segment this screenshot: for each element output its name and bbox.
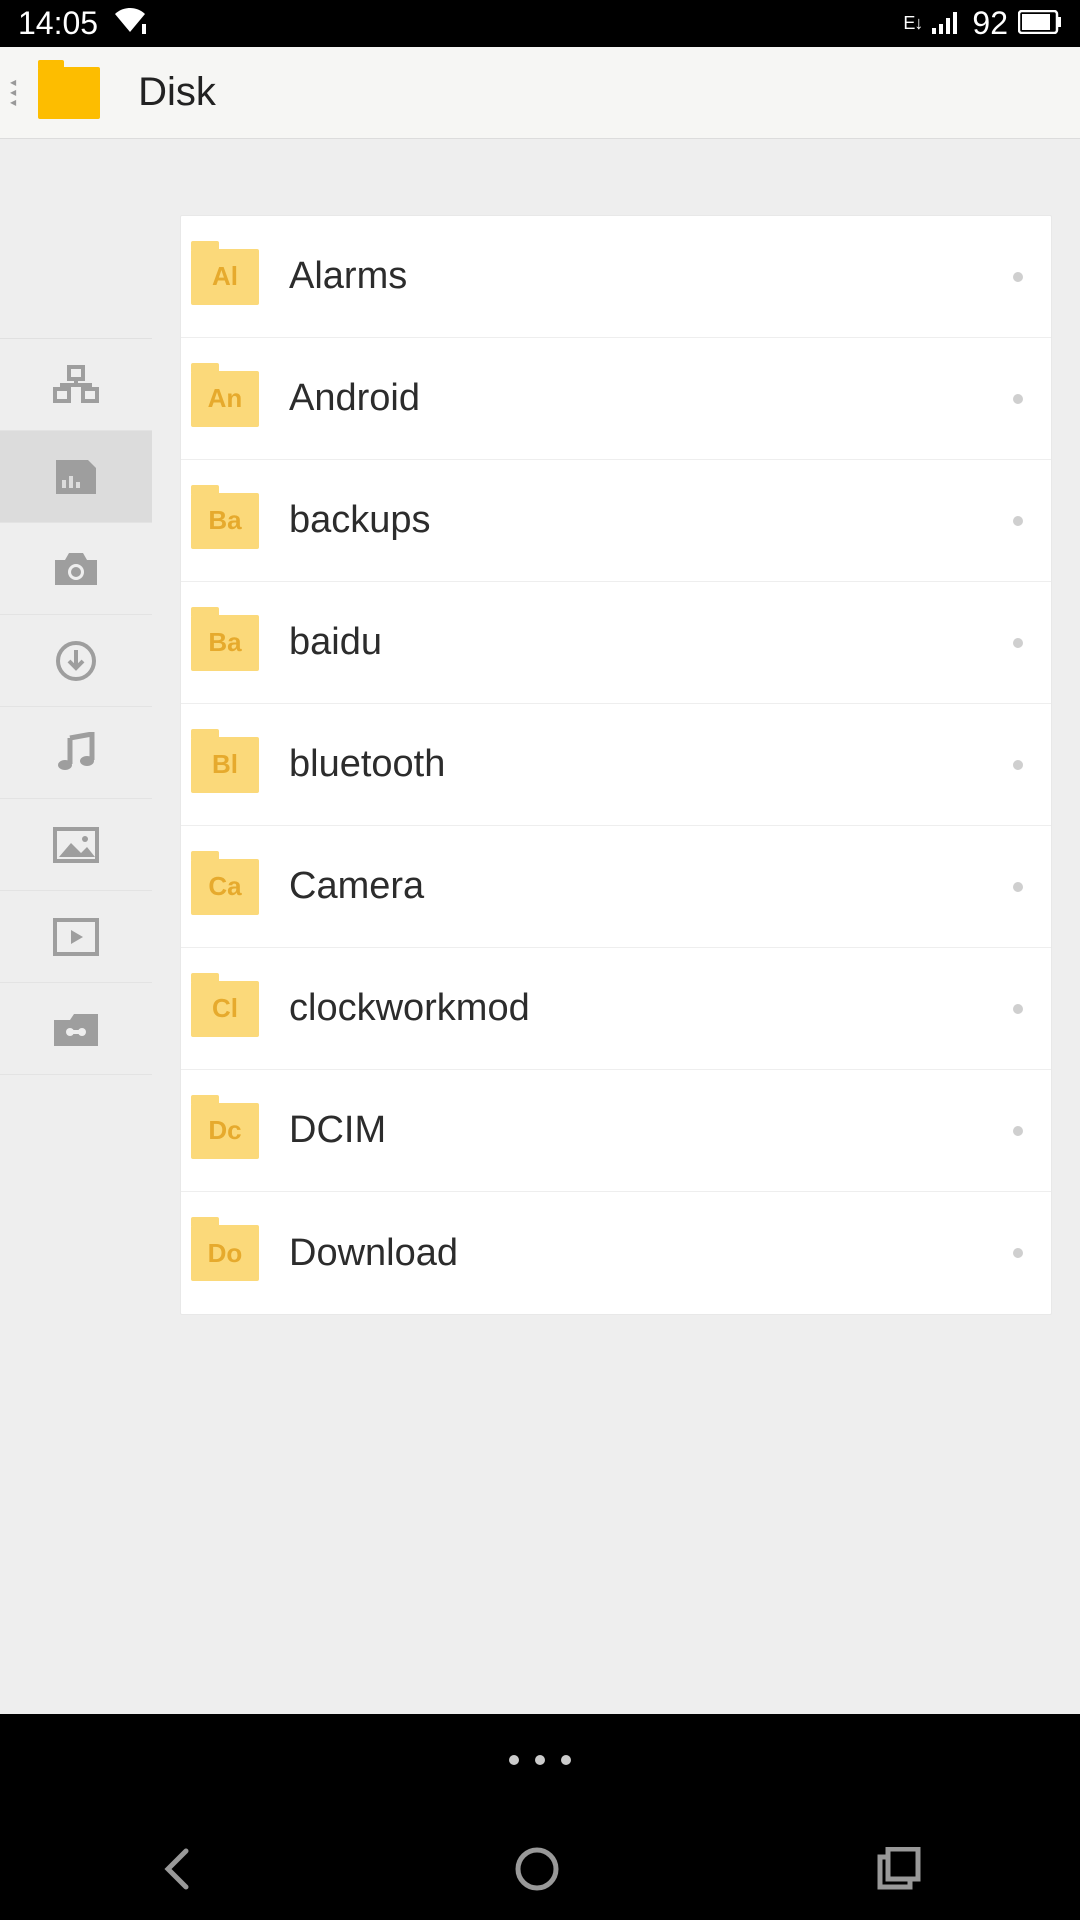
- sidebar-item-pictures[interactable]: [0, 799, 152, 891]
- sd-card-icon: [54, 458, 98, 496]
- folder-icon: Do: [191, 1225, 259, 1281]
- more-icon[interactable]: [1013, 638, 1023, 648]
- more-icon[interactable]: [1013, 882, 1023, 892]
- dot-icon: [535, 1755, 545, 1765]
- sidebar-item-music[interactable]: [0, 707, 152, 799]
- folder-row[interactable]: Bl bluetooth: [181, 704, 1051, 826]
- more-icon[interactable]: [1013, 1126, 1023, 1136]
- lan-icon: [53, 365, 99, 405]
- dot-icon: [509, 1755, 519, 1765]
- folder-icon: An: [191, 371, 259, 427]
- folder-name: backups: [289, 499, 1013, 542]
- folder-row[interactable]: Dc DCIM: [181, 1070, 1051, 1192]
- file-list-container: Al Alarms An Android Ba backups Ba baidu…: [152, 139, 1080, 1714]
- separator: [0, 1806, 1080, 1820]
- sidebar-spacer: [0, 139, 152, 339]
- folder-abbr: Do: [208, 1238, 243, 1269]
- file-list[interactable]: Al Alarms An Android Ba backups Ba baidu…: [180, 215, 1052, 1315]
- folder-name: Android: [289, 377, 1013, 420]
- folder-icon: Ca: [191, 859, 259, 915]
- folder-row[interactable]: Ca Camera: [181, 826, 1051, 948]
- status-bar: 14:05 E↓ 92: [0, 0, 1080, 47]
- folder-row[interactable]: Ba baidu: [181, 582, 1051, 704]
- sidebar-item-camera[interactable]: [0, 523, 152, 615]
- home-icon: [513, 1845, 561, 1893]
- folder-icon: [38, 67, 100, 119]
- battery-percent: 92: [972, 5, 1008, 42]
- content-area: Al Alarms An Android Ba backups Ba baidu…: [0, 139, 1080, 1714]
- folder-row[interactable]: Cl clockworkmod: [181, 948, 1051, 1070]
- more-icon[interactable]: [1013, 394, 1023, 404]
- battery-icon: [1018, 5, 1062, 42]
- sidebar-item-downloads[interactable]: [0, 615, 152, 707]
- folder-icon: Ba: [191, 493, 259, 549]
- folder-row[interactable]: Do Download: [181, 1192, 1051, 1314]
- folder-abbr: Cl: [212, 993, 238, 1024]
- folder-icon: Ba: [191, 615, 259, 671]
- folder-row[interactable]: Al Alarms: [181, 216, 1051, 338]
- more-icon[interactable]: [1013, 760, 1023, 770]
- recents-button[interactable]: [876, 1847, 922, 1896]
- folder-abbr: Ba: [208, 627, 241, 658]
- folder-abbr: Ba: [208, 505, 241, 536]
- dot-icon: [561, 1755, 571, 1765]
- folder-name: Camera: [289, 865, 1013, 908]
- home-button[interactable]: [513, 1845, 561, 1898]
- folder-name: bluetooth: [289, 743, 1013, 786]
- folder-name: Download: [289, 1232, 1013, 1275]
- more-icon[interactable]: [1013, 1248, 1023, 1258]
- more-icon[interactable]: [1013, 516, 1023, 526]
- status-time: 14:05: [18, 5, 98, 42]
- folder-icon: Bl: [191, 737, 259, 793]
- folder-icon: Cl: [191, 981, 259, 1037]
- sidebar: [0, 139, 152, 1714]
- smartbar[interactable]: [0, 1714, 1080, 1806]
- folder-abbr: An: [208, 383, 243, 414]
- back-button[interactable]: [158, 1845, 198, 1898]
- sidebar-item-storage[interactable]: [0, 431, 152, 523]
- app-header: ◀◀◀ Disk: [0, 47, 1080, 139]
- folder-icon: Dc: [191, 1103, 259, 1159]
- camera-icon: [53, 550, 99, 588]
- folder-name: Alarms: [289, 255, 1013, 298]
- more-icon[interactable]: [1013, 272, 1023, 282]
- music-icon: [56, 732, 96, 774]
- system-navbar: [0, 1820, 1080, 1920]
- folder-abbr: Ca: [208, 871, 241, 902]
- image-icon: [53, 827, 99, 863]
- folder-row[interactable]: An Android: [181, 338, 1051, 460]
- sidebar-item-hidden[interactable]: [0, 983, 152, 1075]
- folder-name: baidu: [289, 621, 1013, 664]
- sidebar-item-lan[interactable]: [0, 339, 152, 431]
- video-icon: [53, 918, 99, 956]
- recents-icon: [876, 1847, 922, 1891]
- more-icon[interactable]: [1013, 1004, 1023, 1014]
- folder-abbr: Dc: [208, 1115, 241, 1146]
- folder-name: DCIM: [289, 1109, 1013, 1152]
- signal-icon: [932, 5, 962, 42]
- wifi-icon: [112, 5, 148, 42]
- download-icon: [55, 640, 97, 682]
- network-type-icon: E↓: [903, 13, 922, 34]
- folder-row[interactable]: Ba backups: [181, 460, 1051, 582]
- sidebar-item-videos[interactable]: [0, 891, 152, 983]
- drawer-handle-icon[interactable]: ◀◀◀: [10, 80, 16, 106]
- breadcrumb-title[interactable]: Disk: [138, 70, 216, 115]
- folder-name: clockworkmod: [289, 987, 1013, 1030]
- folder-icon: Al: [191, 249, 259, 305]
- folder-abbr: Al: [212, 261, 238, 292]
- back-icon: [158, 1845, 198, 1893]
- mask-folder-icon: [52, 1010, 100, 1048]
- folder-abbr: Bl: [212, 749, 238, 780]
